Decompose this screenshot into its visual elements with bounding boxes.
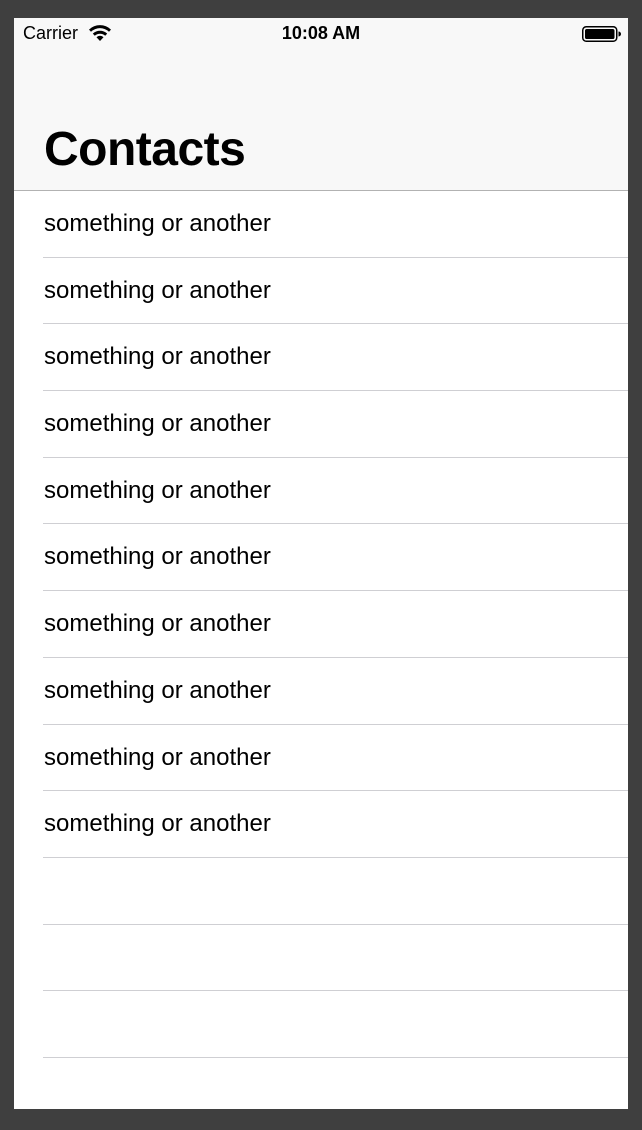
empty-table-row bbox=[14, 925, 628, 992]
table-row[interactable]: something or another bbox=[14, 524, 628, 591]
contact-label: something or another bbox=[44, 476, 271, 504]
contact-label: something or another bbox=[44, 676, 271, 704]
contact-label: something or another bbox=[44, 410, 271, 438]
contact-label: something or another bbox=[44, 743, 271, 771]
status-bar: Carrier 10:08 AM bbox=[14, 18, 628, 50]
battery-icon bbox=[582, 25, 622, 48]
navigation-bar: Carrier 10:08 AM Contacts bbox=[14, 18, 628, 191]
empty-table-row bbox=[14, 991, 628, 1058]
contact-label: something or another bbox=[44, 610, 271, 638]
contact-label: something or another bbox=[44, 210, 271, 237]
contact-label: something or another bbox=[44, 810, 271, 838]
table-row[interactable]: something or another bbox=[14, 258, 628, 325]
table-row[interactable]: something or another bbox=[14, 725, 628, 792]
simulator-screen: Carrier 10:08 AM Contacts something or a… bbox=[14, 18, 628, 1109]
table-row[interactable]: something or another bbox=[14, 191, 628, 258]
empty-table-row bbox=[14, 858, 628, 925]
contact-label: something or another bbox=[44, 276, 271, 304]
table-row[interactable]: something or another bbox=[14, 591, 628, 658]
contact-label: something or another bbox=[44, 343, 271, 371]
status-time: 10:08 AM bbox=[281, 23, 361, 43]
table-row[interactable]: something or another bbox=[14, 791, 628, 858]
table-row[interactable]: something or another bbox=[14, 324, 628, 391]
contact-label: something or another bbox=[44, 543, 271, 571]
empty-table-row bbox=[14, 1058, 628, 1109]
table-row[interactable]: something or another bbox=[14, 458, 628, 525]
page-title: Contacts bbox=[44, 123, 246, 176]
table-row[interactable]: something or another bbox=[14, 391, 628, 458]
contacts-table[interactable]: something or another something or anothe… bbox=[14, 191, 628, 1109]
table-row[interactable]: something or another bbox=[14, 658, 628, 725]
